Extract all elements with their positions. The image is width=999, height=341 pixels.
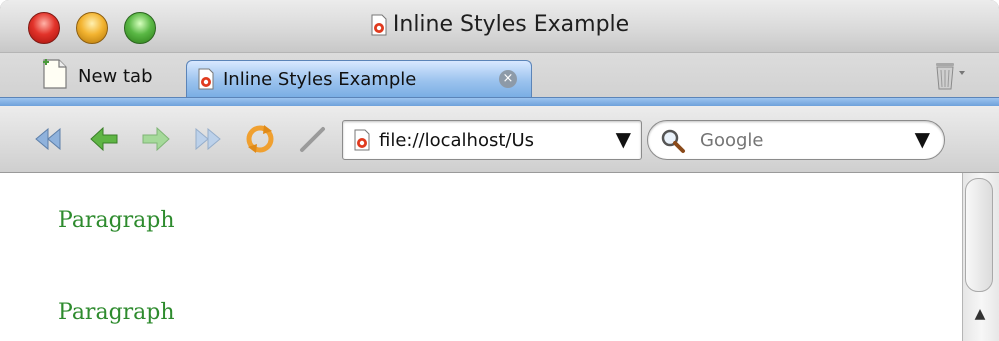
- fast-forward-icon[interactable]: [192, 123, 224, 155]
- search-bar[interactable]: ▼: [647, 120, 945, 160]
- scrollbar-thumb[interactable]: [965, 178, 993, 292]
- paragraph: Paragraph: [58, 208, 175, 233]
- search-input[interactable]: [700, 127, 880, 153]
- new-document-icon: [40, 57, 70, 95]
- document-icon: [353, 129, 371, 151]
- document-icon: [197, 68, 215, 90]
- close-tab-icon[interactable]: ×: [499, 70, 517, 88]
- browser-window: Inline Styles Example New tab Inline Sty…: [0, 0, 999, 341]
- address-bar[interactable]: file://localhost/Us ▼: [342, 120, 642, 160]
- magnifier-icon[interactable]: [660, 128, 686, 154]
- tab-label: Inline Styles Example: [223, 68, 417, 90]
- trash-icon[interactable]: [928, 58, 968, 92]
- window-title-area: Inline Styles Example: [0, 12, 999, 44]
- reload-icon[interactable]: [244, 123, 276, 155]
- tab-inline-styles-example[interactable]: Inline Styles Example ×: [186, 60, 532, 97]
- scroll-up-arrow[interactable]: ▲: [966, 300, 994, 328]
- rewind-icon[interactable]: [32, 123, 64, 155]
- document-icon: [370, 14, 388, 36]
- paragraph: Paragraph: [58, 300, 175, 325]
- title-bar: Inline Styles Example: [0, 0, 999, 52]
- new-tab-button[interactable]: New tab: [40, 56, 153, 96]
- forward-arrow-icon[interactable]: [140, 123, 172, 155]
- url-text[interactable]: file://localhost/Us: [379, 130, 584, 151]
- back-arrow-icon[interactable]: [88, 123, 120, 155]
- stop-icon[interactable]: [296, 123, 328, 155]
- window-title: Inline Styles Example: [392, 12, 630, 37]
- url-history-dropdown[interactable]: ▼: [616, 127, 631, 151]
- search-engine-dropdown[interactable]: ▼: [915, 127, 930, 151]
- new-tab-label: New tab: [78, 65, 153, 87]
